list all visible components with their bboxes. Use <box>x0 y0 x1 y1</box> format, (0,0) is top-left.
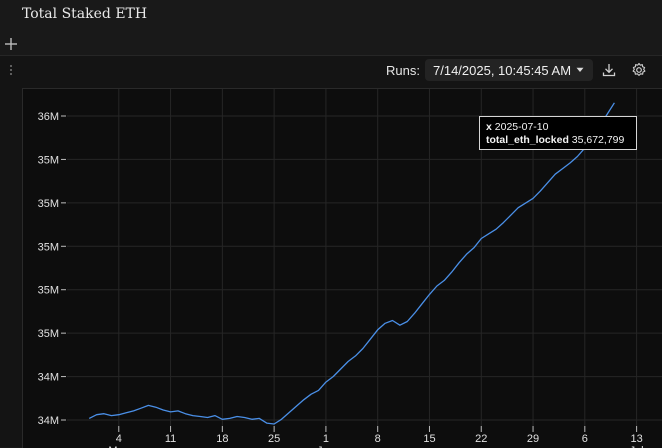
runs-dropdown[interactable]: 7/14/2025, 10:45:45 AM <box>425 59 593 81</box>
y-tick-label: 34M <box>38 415 59 427</box>
x-tick-label: 11 <box>165 433 176 445</box>
panel-toolbar: Runs: 7/14/2025, 10:45:45 AM <box>0 56 662 86</box>
y-tick-label: 34M <box>38 372 59 384</box>
runs-label: Runs: <box>386 63 420 78</box>
tooltip-x-key: x <box>486 121 492 133</box>
x-tick-label: 18 <box>216 433 228 445</box>
x-tick-label: 29 <box>527 433 539 445</box>
chart-panel: Runs: 7/14/2025, 10:45:45 AM 36M 35M 35M 35… <box>0 55 662 448</box>
y-tick-label: 35M <box>38 154 59 166</box>
tooltip-y-key: total_eth_locked <box>486 134 569 146</box>
y-tick-label: 35M <box>38 198 59 210</box>
x-tick-label: 13 <box>630 433 642 445</box>
download-icon[interactable] <box>601 62 617 78</box>
y-tick-label: 35M <box>38 241 59 253</box>
x-tick-label: 25 <box>268 433 280 445</box>
x-tick-label: 1 <box>323 433 329 445</box>
gear-icon[interactable] <box>631 62 647 78</box>
y-tick-label: 35M <box>38 328 59 340</box>
x-tick-label: 22 <box>475 433 487 445</box>
runs-dropdown-value: 7/14/2025, 10:45:45 AM <box>433 62 572 78</box>
x-tick-label: 4 <box>116 433 122 445</box>
series-line <box>88 102 615 425</box>
plus-icon[interactable] <box>4 37 18 51</box>
page-title: Total Staked ETH <box>22 6 148 22</box>
tooltip-y-value: 35,672,799 <box>571 134 625 146</box>
x-tick-label: 8 <box>375 433 381 445</box>
x-tick-label: 15 <box>423 433 435 445</box>
drag-handle-icon[interactable] <box>8 64 14 76</box>
chevron-down-icon <box>576 67 584 72</box>
chart-tooltip: x 2025-07-10 total_eth_locked 35,672,799 <box>479 116 637 150</box>
x-tick-label: 6 <box>582 433 588 445</box>
tooltip-x-value: 2025-07-10 <box>494 121 549 133</box>
y-tick-label: 35M <box>38 285 59 297</box>
y-tick-label: 36M <box>38 111 59 123</box>
